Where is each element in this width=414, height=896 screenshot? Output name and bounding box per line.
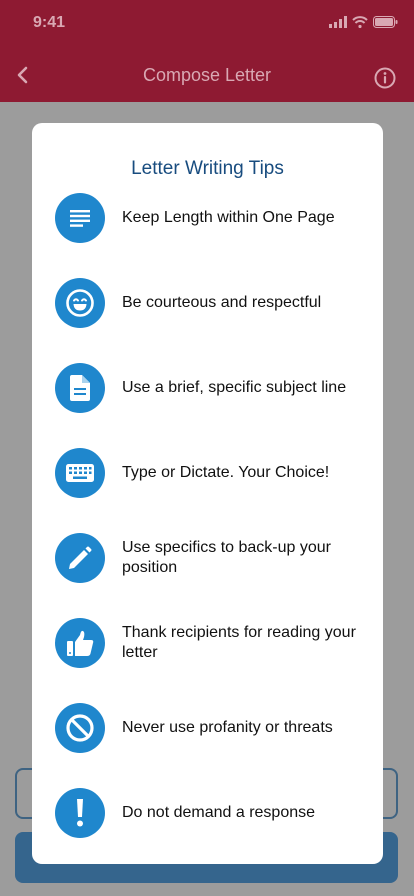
page-title: Compose Letter xyxy=(142,65,272,85)
pencil-icon xyxy=(55,533,105,583)
tips-modal: Letter Writing Tips Keep Length within O… xyxy=(32,123,383,864)
tip-text: Use specifics to back-up your position xyxy=(122,539,331,576)
tip-text: Never use profanity or threats xyxy=(122,719,333,736)
info-button[interactable] xyxy=(374,67,396,89)
tip-text: Keep Length within One Page xyxy=(122,209,335,226)
tip-text: Type or Dictate. Your Choice! xyxy=(122,464,330,481)
tip-item: Use specifics to back-up your position xyxy=(32,533,383,583)
lines-icon xyxy=(55,193,105,243)
thumbs-up-icon xyxy=(55,618,105,668)
tip-text: Do not demand a response xyxy=(122,804,316,821)
tip-text: Be courteous and respectful xyxy=(122,294,322,311)
tip-item: Do not demand a response xyxy=(32,788,383,838)
signal-icon xyxy=(329,16,347,28)
prohibited-icon xyxy=(55,703,105,753)
status-icons xyxy=(329,15,398,29)
battery-icon xyxy=(373,16,398,28)
smiley-icon xyxy=(55,278,105,328)
tip-text: Use a brief, specific subject line xyxy=(122,379,347,396)
tip-item: Keep Length within One Page xyxy=(32,193,383,243)
tip-item: Be courteous and respectful xyxy=(32,278,383,328)
status-bar: 9:41 xyxy=(0,0,414,46)
tip-text: Thank recipients for reading your letter xyxy=(122,624,356,661)
app-header: 9:41 Compose Letter xyxy=(0,0,414,102)
tip-item: Never use profanity or threats xyxy=(32,703,383,753)
tip-item: Use a brief, specific subject line xyxy=(32,363,383,413)
info-icon xyxy=(374,67,396,89)
wifi-icon xyxy=(352,16,368,28)
document-icon xyxy=(55,363,105,413)
tip-item: Thank recipients for reading your letter xyxy=(32,618,383,668)
tip-item: Type or Dictate. Your Choice! xyxy=(32,448,383,498)
exclamation-icon xyxy=(55,788,105,838)
modal-title: Letter Writing Tips xyxy=(131,158,284,179)
keyboard-icon xyxy=(55,448,105,498)
status-time: 9:41 xyxy=(33,14,66,31)
